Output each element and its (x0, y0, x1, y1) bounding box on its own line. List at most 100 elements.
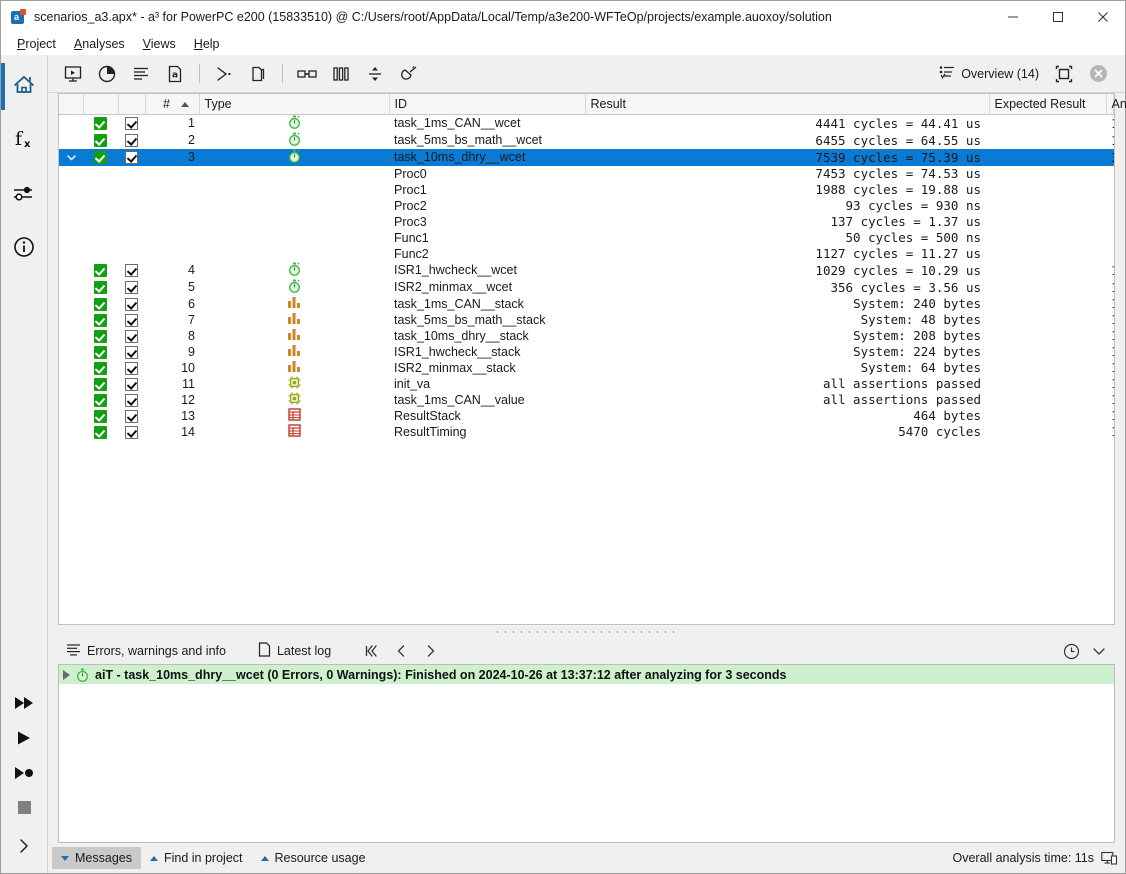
col-enabled[interactable] (118, 94, 146, 115)
message-entry[interactable]: aiT - task_10ms_dhry__wcet (0 Errors, 0 … (59, 665, 1114, 684)
row-enabled-checkbox[interactable] (118, 312, 145, 328)
row-status-check[interactable] (83, 296, 118, 312)
row-enabled-checkbox[interactable] (118, 328, 145, 344)
sidebar-item-functions[interactable]: f x (1, 112, 48, 166)
compare-icon[interactable] (358, 59, 392, 89)
row-collapse-toggle[interactable] (59, 148, 83, 166)
row-enabled-checkbox[interactable] (118, 114, 145, 132)
table-row[interactable]: 7 task_5ms_bs_math__stack System: 48 bytes… (59, 312, 1114, 328)
menu-analyses[interactable]: Analyses (65, 34, 134, 54)
col-sort-indicator[interactable] (172, 94, 200, 115)
minimize-icon[interactable] (990, 1, 1035, 32)
maximize-icon[interactable] (1035, 1, 1080, 32)
row-enabled-checkbox[interactable] (118, 262, 145, 279)
table-row[interactable]: 3 task_10ms_dhry__wcet 7539 cycles = 75.39… (59, 148, 1114, 166)
copy-icon[interactable] (241, 59, 275, 89)
row-status-check[interactable] (83, 376, 118, 392)
table-row[interactable]: Proc1 1988 cycles = 19.88 us (59, 182, 1114, 198)
row-status-check[interactable] (83, 424, 118, 440)
row-status-check[interactable] (83, 312, 118, 328)
table-row[interactable]: Proc0 7453 cycles = 74.53 us (59, 166, 1114, 182)
table-row[interactable]: Proc2 93 cycles = 930 ns (59, 198, 1114, 214)
row-status-check[interactable] (83, 328, 118, 344)
columns-icon[interactable] (324, 59, 358, 89)
row-enabled-checkbox[interactable] (118, 392, 145, 408)
tab-errors-warnings-info[interactable]: Errors, warnings and info (58, 640, 234, 663)
overview-button[interactable]: Overview (14) (931, 61, 1047, 86)
play-icon[interactable] (1, 720, 48, 755)
row-status-check[interactable] (83, 262, 118, 279)
document-a-icon[interactable]: a (158, 59, 192, 89)
row-enabled-checkbox[interactable] (118, 360, 145, 376)
table-row[interactable]: 2 task_5ms_bs_math__wcet 6455 cycles = 64.… (59, 132, 1114, 149)
expand-triangle-icon[interactable] (63, 669, 70, 680)
pie-chart-icon[interactable] (90, 59, 124, 89)
statusbar-tab-messages[interactable]: Messages (52, 847, 141, 869)
menu-views[interactable]: Views (134, 34, 185, 54)
maximize-panel-icon[interactable] (1047, 59, 1081, 89)
col-result[interactable]: Result (585, 94, 990, 115)
chevron-down-icon[interactable] (1085, 640, 1113, 662)
row-enabled-checkbox[interactable] (118, 148, 145, 166)
row-status-check[interactable] (83, 392, 118, 408)
row-enabled-checkbox[interactable] (118, 408, 145, 424)
messages-list[interactable]: aiT - task_10ms_dhry__wcet (0 Errors, 0 … (58, 664, 1115, 843)
row-status-check[interactable] (83, 408, 118, 424)
previous-icon[interactable] (387, 640, 415, 662)
row-status-check[interactable] (83, 344, 118, 360)
table-row[interactable]: 11 init_va all assertions passed 1s (59, 376, 1114, 392)
row-status-check[interactable] (83, 279, 118, 296)
analyses-table[interactable]: # Type ID Result Expected Result Analysi… (58, 93, 1126, 625)
table-row[interactable]: Func2 1127 cycles = 11.27 us (59, 246, 1114, 262)
table-row[interactable]: 10 ISR2_minmax__stack System: 64 bytes 1s (59, 360, 1114, 376)
stop-icon[interactable] (1, 790, 48, 825)
col-number[interactable]: # (145, 94, 172, 115)
table-row[interactable]: Proc3 137 cycles = 1.37 us (59, 214, 1114, 230)
monitor-icon[interactable] (1101, 851, 1117, 866)
table-row[interactable]: Func1 50 cycles = 500 ns (59, 230, 1114, 246)
link-icon[interactable] (290, 59, 324, 89)
col-status[interactable] (83, 94, 119, 115)
sidebar-item-settings[interactable] (1, 166, 48, 220)
table-row[interactable]: 13 ResultStack 464 bytes 1s (59, 407, 1114, 424)
list-icon[interactable] (124, 59, 158, 89)
row-status-check[interactable] (83, 132, 118, 149)
fast-forward-icon[interactable] (1, 685, 48, 720)
statusbar-tab-resource-usage[interactable]: Resource usage (252, 847, 375, 869)
first-icon[interactable] (357, 640, 385, 662)
row-enabled-checkbox[interactable] (118, 296, 145, 312)
table-row[interactable]: 9 ISR1_hwcheck__stack System: 224 bytes 1s (59, 344, 1114, 360)
clean-icon[interactable] (392, 59, 426, 89)
run-arrow-icon[interactable] (207, 59, 241, 89)
col-type[interactable]: Type (199, 94, 390, 115)
table-row[interactable]: 5 ISR2_minmax__wcet 356 cycles = 3.56 us 1s (59, 279, 1114, 296)
row-enabled-checkbox[interactable] (118, 279, 145, 296)
menu-project[interactable]: Project (8, 34, 65, 54)
table-row[interactable]: 6 task_1ms_CAN__stack System: 240 bytes 1s (59, 296, 1114, 312)
col-id[interactable]: ID (389, 94, 586, 115)
row-enabled-checkbox[interactable] (118, 424, 145, 440)
clock-icon[interactable] (1057, 640, 1085, 662)
new-analysis-icon[interactable] (56, 59, 90, 89)
table-row[interactable]: 8 task_10ms_dhry__stack System: 208 bytes 1… (59, 328, 1114, 344)
col-expand[interactable] (59, 94, 84, 115)
row-enabled-checkbox[interactable] (118, 132, 145, 149)
table-row[interactable]: 1 task_1ms_CAN__wcet 4441 cycles = 44.41 u… (59, 114, 1114, 132)
row-enabled-checkbox[interactable] (118, 344, 145, 360)
sidebar-item-info[interactable] (1, 220, 48, 274)
row-status-check[interactable] (83, 360, 118, 376)
panel-splitter[interactable] (48, 625, 1125, 638)
row-enabled-checkbox[interactable] (118, 376, 145, 392)
row-status-check[interactable] (83, 114, 118, 132)
col-expected-result[interactable]: Expected Result (989, 94, 1107, 115)
table-row[interactable]: 14 ResultTiming 5470 cycles 1s (59, 423, 1114, 440)
row-status-check[interactable] (83, 148, 118, 166)
play-to-icon[interactable] (1, 755, 48, 790)
tab-latest-log[interactable]: Latest log (250, 639, 339, 663)
menu-help[interactable]: Help (185, 34, 229, 54)
table-row[interactable]: 4 ISR1_hwcheck__wcet 1029 cycles = 10.29 u… (59, 262, 1114, 279)
sidebar-item-home[interactable] (1, 58, 48, 112)
table-row[interactable]: 12 task_1ms_CAN__value all assertions pass… (59, 392, 1114, 408)
close-icon[interactable] (1080, 1, 1125, 32)
close-panel-icon[interactable] (1083, 59, 1113, 89)
